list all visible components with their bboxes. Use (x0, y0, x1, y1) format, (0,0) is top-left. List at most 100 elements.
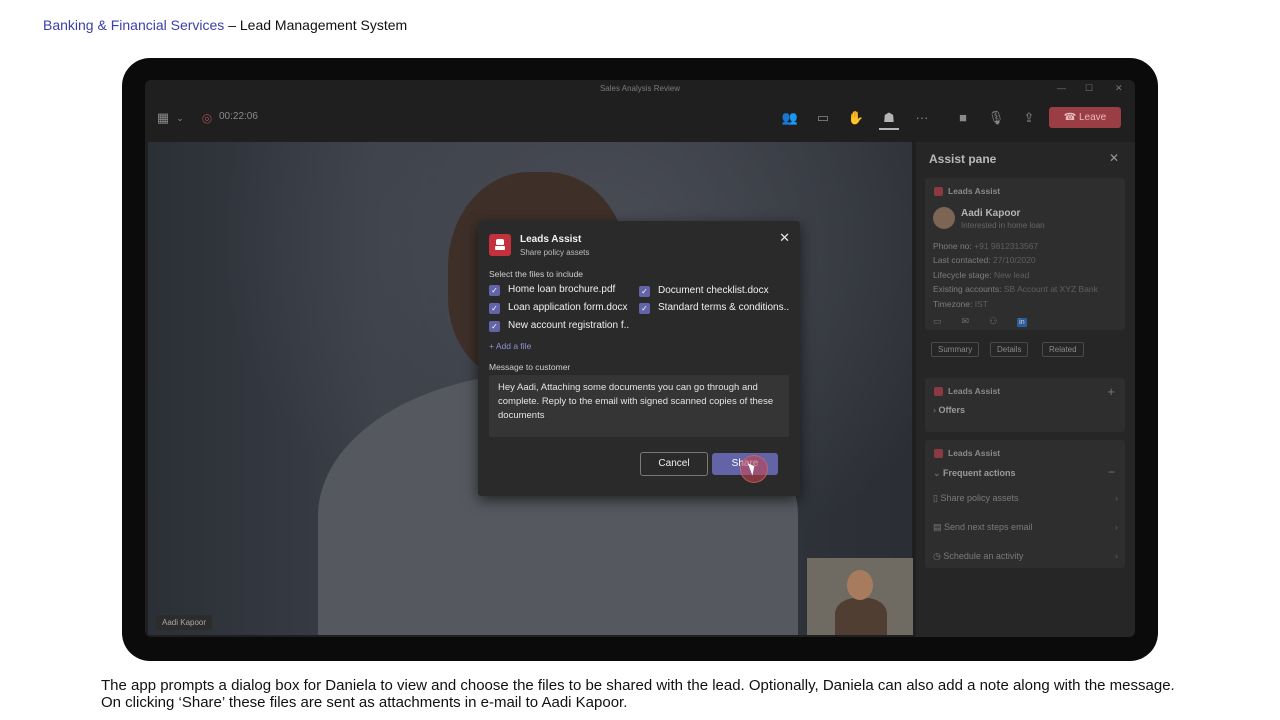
dialog-title: Leads Assist (520, 234, 582, 245)
file-name: Standard terms & conditions.. (658, 302, 790, 313)
checkbox-checked-icon[interactable]: ✓ (489, 321, 500, 332)
section-offers[interactable]: › Offers (933, 405, 965, 415)
leave-label: Leave (1078, 112, 1107, 123)
email-icon: ▤ (933, 522, 945, 532)
leads-assist-logo-icon (934, 449, 943, 459)
card-app-label: Leads Assist (948, 186, 1001, 196)
linkedin-icon[interactable]: in (1017, 318, 1027, 327)
action-share-policy-assets[interactable]: ▯ Share policy assets › (933, 493, 1118, 504)
mail-icon[interactable]: ✉ (962, 316, 970, 326)
file-name: Loan application form.docx (508, 302, 628, 313)
participants-icon[interactable]: 👥 (780, 108, 800, 128)
offers-card: Leads Assist › Offers + (925, 378, 1125, 432)
clock-icon: ◷ (933, 551, 944, 561)
cancel-button[interactable]: Cancel (640, 452, 708, 476)
apps-icon[interactable]: ☗ (879, 108, 899, 130)
thumbnail-person-body (835, 598, 887, 635)
checkbox-checked-icon[interactable]: ✓ (489, 303, 500, 314)
section-frequent-actions[interactable]: ⌄ Frequent actions (933, 468, 1016, 479)
dialog-subtitle: Share policy assets (520, 248, 590, 257)
lead-name: Aadi Kapoor (961, 208, 1021, 219)
window-close-icon[interactable]: ✕ (1115, 83, 1123, 94)
tab-summary[interactable]: Summary (931, 342, 980, 357)
share-screen-icon[interactable]: ⇪ (1019, 108, 1039, 128)
field-label: Existing accounts: (933, 284, 1002, 294)
meeting-toolbar: ▦ ⌄ ◎ 00:22:06 👥 ▭ ✋ ☗ ··· ■ 🎙 ⇪ ☎ Leave (145, 98, 1135, 138)
file-name: Document checklist.docx (658, 285, 769, 296)
action-label: Send next steps email (944, 522, 1033, 532)
slide-caption: The app prompts a dialog box for Daniela… (101, 677, 1175, 711)
message-textarea[interactable]: Hey Aadi, Attaching some documents you c… (489, 375, 789, 437)
avatar (933, 207, 955, 229)
leads-assist-logo-icon (489, 234, 511, 256)
assist-pane-title: Assist pane (929, 152, 997, 166)
participant-name-tag: Aadi Kapoor (156, 615, 213, 630)
info-timezone: Timezone: IST (933, 299, 988, 309)
card-app-name: Leads Assist (934, 448, 1001, 459)
message-label: Message to customer (489, 362, 571, 372)
card-app-label: Leads Assist (948, 448, 1001, 458)
file-name: New account registration f.. (508, 320, 630, 331)
info-lifecycle: Lifecycle stage: New lead (933, 270, 1029, 280)
field-value: New lead (993, 270, 1030, 280)
section-offers-label: Offers (938, 405, 966, 415)
section-frequent-actions-label: Frequent actions (943, 468, 1016, 478)
lead-card: Leads Assist Aadi Kapoor Interested in h… (925, 178, 1125, 357)
raise-hand-icon[interactable]: ✋ (846, 108, 866, 128)
minimize-icon[interactable]: — (1057, 83, 1066, 93)
chevron-right-icon: › (1115, 493, 1118, 503)
chevron-down-icon[interactable]: ⌄ (170, 108, 190, 128)
add-file-link[interactable]: + Add a file (489, 341, 531, 351)
info-last-contacted: Last contacted: 27/10/2020 (933, 255, 1036, 265)
collapse-icon[interactable]: − (1108, 465, 1115, 479)
field-value: +91 9812313567 (974, 241, 1039, 251)
meeting-timer: 00:22:06 (219, 111, 258, 122)
leave-button[interactable]: ☎ Leave (1049, 107, 1121, 128)
close-icon[interactable]: ✕ (1109, 151, 1119, 165)
chat-icon[interactable]: ▭ (813, 108, 833, 128)
camera-icon[interactable]: ■ (953, 108, 973, 128)
leads-assist-logo-icon (934, 187, 943, 197)
info-phone: Phone no: +91 9812313567 (933, 241, 1038, 251)
field-label: Lifecycle stage: (933, 270, 992, 280)
tab-related[interactable]: Related (1042, 342, 1084, 357)
chevron-right-icon: › (1115, 522, 1118, 532)
card-app-name: Leads Assist (934, 386, 1001, 397)
maximize-icon[interactable]: ☐ (1085, 83, 1093, 94)
files-label: Select the files to include (489, 269, 584, 279)
action-label: Share policy assets (940, 493, 1019, 503)
card-app-name: Leads Assist (934, 186, 1001, 197)
field-label: Timezone: (933, 299, 973, 309)
action-schedule-activity[interactable]: ◷ Schedule an activity › (933, 551, 1118, 562)
close-icon[interactable]: ✕ (779, 230, 790, 246)
checkbox-checked-icon[interactable]: ✓ (639, 286, 650, 297)
field-value: IST (974, 299, 988, 309)
people-icon[interactable]: ⚇ (989, 316, 997, 326)
field-label: Phone no: (933, 241, 972, 251)
checkbox-checked-icon[interactable]: ✓ (489, 285, 500, 296)
more-icon[interactable]: ··· (912, 108, 932, 128)
assist-pane: Assist pane ✕ Leads Assist Aadi Kapoor I… (916, 142, 1135, 637)
frequent-actions-card: Leads Assist ⌄ Frequent actions − ▯ Shar… (925, 440, 1125, 568)
header-brand: Banking & Financial Services (43, 17, 225, 33)
tab-details[interactable]: Details (990, 342, 1029, 357)
action-send-next-steps-email[interactable]: ▤ Send next steps email › (933, 522, 1118, 533)
header-separator: – (224, 17, 240, 33)
share-policy-assets-dialog: Leads Assist Share policy assets ✕ Selec… (478, 221, 800, 496)
window-title: Sales Analysis Review (599, 84, 681, 93)
mic-icon[interactable]: 🎙 (986, 108, 1006, 128)
self-video-thumbnail[interactable] (807, 558, 913, 635)
chevron-down-icon: ⌄ (933, 468, 944, 478)
leads-assist-logo-icon (934, 387, 943, 397)
chat-icon[interactable]: ▭ (933, 316, 942, 326)
file-name: Home loan brochure.pdf (508, 284, 616, 295)
checkbox-checked-icon[interactable]: ✓ (639, 303, 650, 314)
chevron-right-icon: › (1115, 551, 1118, 561)
contact-icons: ▭ ✉ ⚇ in (933, 316, 1047, 327)
recording-icon: ◎ (201, 111, 213, 125)
card-app-label: Leads Assist (948, 386, 1001, 396)
thumbnail-person-head (847, 570, 873, 600)
field-value: 27/10/2020 (993, 255, 1036, 265)
action-label: Schedule an activity (943, 551, 1024, 561)
add-icon[interactable]: + (1107, 384, 1115, 399)
